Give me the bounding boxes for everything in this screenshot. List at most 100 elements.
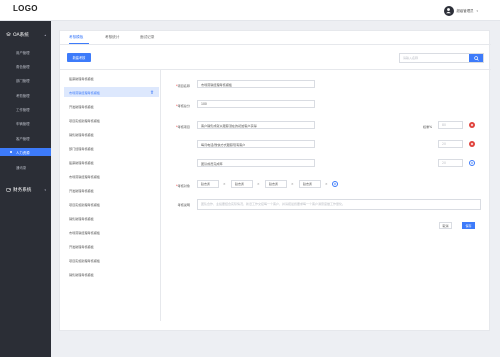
remove-tag-icon[interactable]: × bbox=[223, 182, 226, 186]
sidebar-item-label: 车辆管理 bbox=[16, 121, 30, 126]
list-item[interactable]: 销售助理考核模板 bbox=[64, 213, 159, 223]
score-field[interactable]: 100 bbox=[197, 100, 315, 108]
target-tag[interactable]: 赵志勇 bbox=[197, 180, 219, 188]
desc-label: 考核说明 bbox=[177, 203, 190, 207]
list-item[interactable]: 项目实施助理考核模板 bbox=[64, 255, 159, 265]
score-label: *考核总分 bbox=[176, 104, 190, 108]
nav-group-label: OA系统 bbox=[13, 32, 29, 38]
list-item[interactable]: 市场营销经理考核模板 bbox=[64, 171, 159, 181]
sidebar-item-label: 工作管理 bbox=[16, 107, 30, 112]
add-item-button[interactable] bbox=[469, 160, 475, 166]
list-item-label: 市场营销经理考核模板 bbox=[69, 174, 100, 179]
list-item[interactable]: 市场营销经理考核模板 bbox=[64, 227, 159, 237]
plus-icon bbox=[333, 182, 337, 186]
add-target-button[interactable] bbox=[332, 181, 338, 187]
close-icon bbox=[470, 142, 474, 146]
list-item[interactable]: 开发助理考核模板 bbox=[64, 185, 159, 195]
list-item-label: 销售助理考核模板 bbox=[69, 132, 94, 137]
list-item[interactable]: 项目实施助理考核模板 bbox=[64, 199, 159, 209]
remove-tag-icon[interactable]: × bbox=[257, 182, 260, 186]
name-label: *项目名称 bbox=[176, 84, 190, 88]
main-card: 考核模板 考核统计 面试记录 新建考核 股票助理考核模板 市场营销经理考核模板 … bbox=[59, 30, 491, 331]
sidebar-item-label: 客户管理 bbox=[16, 136, 30, 141]
weight-field[interactable]: 80 bbox=[438, 121, 463, 129]
list-item[interactable]: 开发助理考核模板 bbox=[64, 241, 159, 251]
wallet-icon bbox=[6, 188, 11, 192]
active-tab-indicator bbox=[69, 43, 89, 45]
cancel-button[interactable]: 取消 bbox=[439, 222, 452, 229]
sidebar-item-contacts[interactable]: 通讯录 bbox=[0, 163, 51, 171]
avatar-icon[interactable] bbox=[443, 5, 454, 16]
divider bbox=[160, 69, 161, 321]
layers-icon bbox=[6, 32, 11, 37]
list-item[interactable]: 股票助理考核模板 bbox=[64, 73, 159, 83]
divider bbox=[60, 69, 491, 70]
list-item[interactable]: 项目实施助理考核模板 bbox=[64, 115, 159, 125]
plus-icon bbox=[470, 161, 474, 165]
list-item-label: 项目实施助理考核模板 bbox=[69, 118, 100, 123]
list-item-label: 股票助理考核模板 bbox=[69, 76, 94, 81]
list-item[interactable]: 股票助理考核模板 bbox=[64, 157, 159, 167]
list-item[interactable]: 开发助理考核模板 bbox=[64, 101, 159, 111]
sidebar-item-label: 部门管理 bbox=[16, 78, 30, 83]
description-field[interactable]: 团队合作，业绩要结合实际情况，新旧工作交接每一个客户，并请把最终要求每一个客户满… bbox=[197, 199, 481, 210]
name-field[interactable]: 市场营销经理考核模板 bbox=[197, 80, 315, 88]
chevron-down-icon: ▾ bbox=[44, 187, 46, 192]
list-item-label: 开发助理考核模板 bbox=[69, 244, 94, 249]
search-input[interactable] bbox=[400, 54, 469, 62]
sidebar-item-vehicles[interactable]: 车辆管理 bbox=[0, 119, 51, 127]
new-template-button[interactable]: 新建考核 bbox=[67, 53, 91, 62]
sidebar-item-attendance[interactable]: 考勤管理 bbox=[0, 91, 51, 99]
user-name[interactable]: 超级管理员 bbox=[457, 8, 474, 13]
tab-templates[interactable]: 考核模板 bbox=[69, 35, 83, 40]
list-item-label: 项目实施助理考核模板 bbox=[69, 202, 100, 207]
sidebar-item-label: 人力资源 bbox=[16, 150, 30, 155]
target-tag[interactable]: 赵志勇 bbox=[265, 180, 287, 188]
search-icon bbox=[473, 55, 479, 61]
nav-group-oa[interactable]: OA系统 ▴ bbox=[0, 29, 51, 40]
chevron-up-icon: ▴ bbox=[44, 32, 46, 37]
item-field[interactable]: 客户销售成就以跟踪潜在的初始客户获得 bbox=[197, 121, 315, 129]
trash-icon[interactable] bbox=[150, 90, 154, 94]
list-item[interactable]: 销售助理考核模板 bbox=[64, 269, 159, 279]
weight-field[interactable]: 20 bbox=[438, 140, 463, 148]
list-item[interactable]: 部门经理考核模板 bbox=[64, 143, 159, 153]
search-box bbox=[399, 53, 484, 63]
list-item[interactable]: 销售助理考核模板 bbox=[64, 129, 159, 139]
user-menu[interactable]: 超级管理员 ▾ bbox=[443, 5, 478, 16]
item-field[interactable]: 每月电话/微信方式跟踪现有客户 bbox=[197, 140, 315, 148]
weight-field[interactable]: 20 bbox=[438, 159, 463, 167]
list-item-label: 股票助理考核模板 bbox=[69, 160, 94, 165]
sidebar-item-departments[interactable]: 部门管理 bbox=[0, 76, 51, 84]
list-item-selected[interactable]: 市场营销经理考核模板 bbox=[64, 87, 159, 97]
list-item-label: 项目实施助理考核模板 bbox=[69, 258, 100, 263]
close-icon bbox=[470, 123, 474, 127]
tab-bar: 考核模板 考核统计 面试记录 bbox=[60, 31, 491, 45]
remove-tag-icon[interactable]: × bbox=[325, 182, 328, 186]
chevron-down-icon[interactable]: ▾ bbox=[476, 9, 478, 13]
remove-item-button[interactable] bbox=[469, 141, 475, 147]
sidebar-item-label: 通讯录 bbox=[16, 165, 27, 170]
nav-group-finance[interactable]: 财务系统 ▾ bbox=[0, 184, 51, 195]
save-button[interactable]: 保存 bbox=[462, 222, 475, 229]
remove-item-button[interactable] bbox=[469, 122, 475, 128]
target-tag[interactable]: 赵志勇 bbox=[231, 180, 253, 188]
items-label: *考核项目 bbox=[176, 125, 190, 129]
sidebar-item-label: 考勤管理 bbox=[16, 93, 30, 98]
search-button[interactable] bbox=[469, 54, 483, 62]
sidebar-item-work[interactable]: 工作管理 bbox=[0, 105, 51, 113]
list-item-label: 销售助理考核模板 bbox=[69, 216, 94, 221]
list-item-label: 开发助理考核模板 bbox=[69, 104, 94, 109]
target-tag[interactable]: 赵志勇 bbox=[299, 180, 321, 188]
remove-tag-icon[interactable]: × bbox=[291, 182, 294, 186]
item-field[interactable]: 团队成员完成率 bbox=[197, 159, 315, 167]
tab-interviews[interactable]: 面试记录 bbox=[140, 35, 154, 40]
top-bar: LOGO 超级管理员 ▾ bbox=[0, 0, 500, 21]
sidebar: OA系统 ▴ 用户管理 角色管理 部门管理 考勤管理 工作管理 车辆管理 客户管… bbox=[0, 21, 51, 357]
sidebar-item-roles[interactable]: 角色管理 bbox=[0, 62, 51, 70]
sidebar-item-users[interactable]: 用户管理 bbox=[0, 48, 51, 56]
list-item-label: 市场营销经理考核模板 bbox=[69, 90, 100, 95]
sidebar-item-customers[interactable]: 客户管理 bbox=[0, 134, 51, 142]
tab-statistics[interactable]: 考核统计 bbox=[105, 35, 119, 40]
sidebar-item-hr[interactable]: 人力资源 bbox=[0, 148, 51, 156]
